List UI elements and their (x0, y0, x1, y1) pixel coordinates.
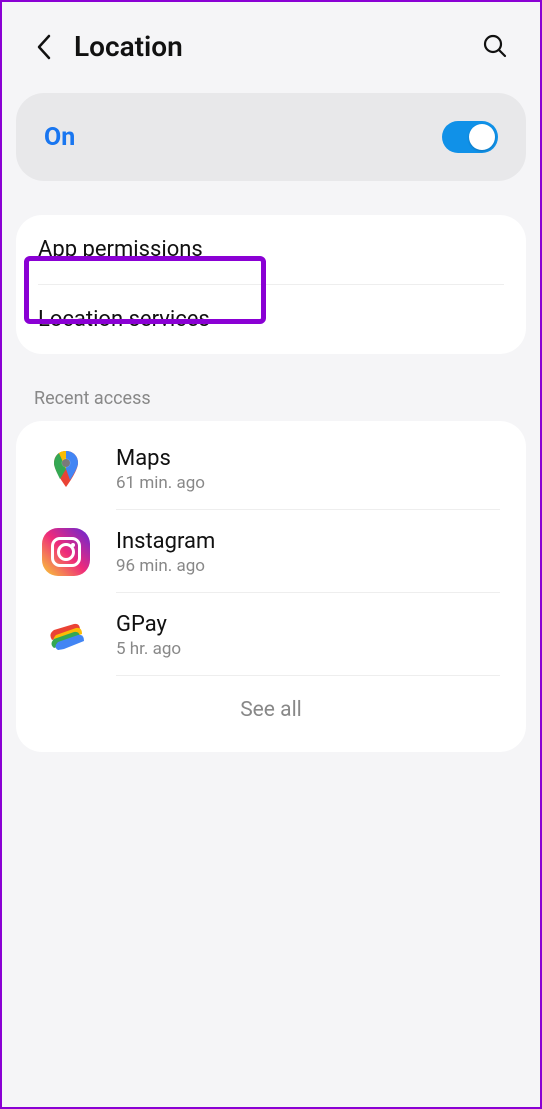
app-time: 61 min. ago (116, 473, 500, 493)
app-row-gpay[interactable]: GPay 5 hr. ago (16, 593, 526, 675)
search-icon (482, 33, 508, 59)
instagram-icon (42, 528, 90, 576)
location-services-item[interactable]: Location services (16, 285, 526, 354)
location-switch[interactable] (442, 121, 498, 153)
app-time: 96 min. ago (116, 556, 500, 576)
see-all-button[interactable]: See all (16, 676, 526, 734)
app-name: Instagram (116, 529, 500, 554)
app-info: Instagram 96 min. ago (116, 529, 500, 576)
app-name: GPay (116, 612, 500, 637)
chevron-left-icon (36, 34, 52, 60)
gpay-icon (42, 611, 90, 659)
app-info: Maps 61 min. ago (116, 446, 500, 493)
settings-card: App permissions Location services (16, 215, 526, 354)
recent-access-card: Maps 61 min. ago Instagram 96 min. ago G… (16, 421, 526, 752)
app-row-instagram[interactable]: Instagram 96 min. ago (16, 510, 526, 592)
switch-thumb (469, 124, 495, 150)
maps-icon (42, 445, 90, 493)
toggle-label: On (44, 123, 75, 152)
app-info: GPay 5 hr. ago (116, 612, 500, 659)
app-time: 5 hr. ago (116, 639, 500, 659)
app-permissions-item[interactable]: App permissions (16, 215, 526, 284)
page-title: Location (74, 30, 482, 63)
header: Location (2, 2, 540, 83)
location-toggle-card[interactable]: On (16, 93, 526, 181)
app-name: Maps (116, 446, 500, 471)
app-row-maps[interactable]: Maps 61 min. ago (16, 427, 526, 509)
search-button[interactable] (482, 33, 510, 61)
back-button[interactable] (32, 35, 56, 59)
recent-access-title: Recent access (2, 354, 540, 421)
